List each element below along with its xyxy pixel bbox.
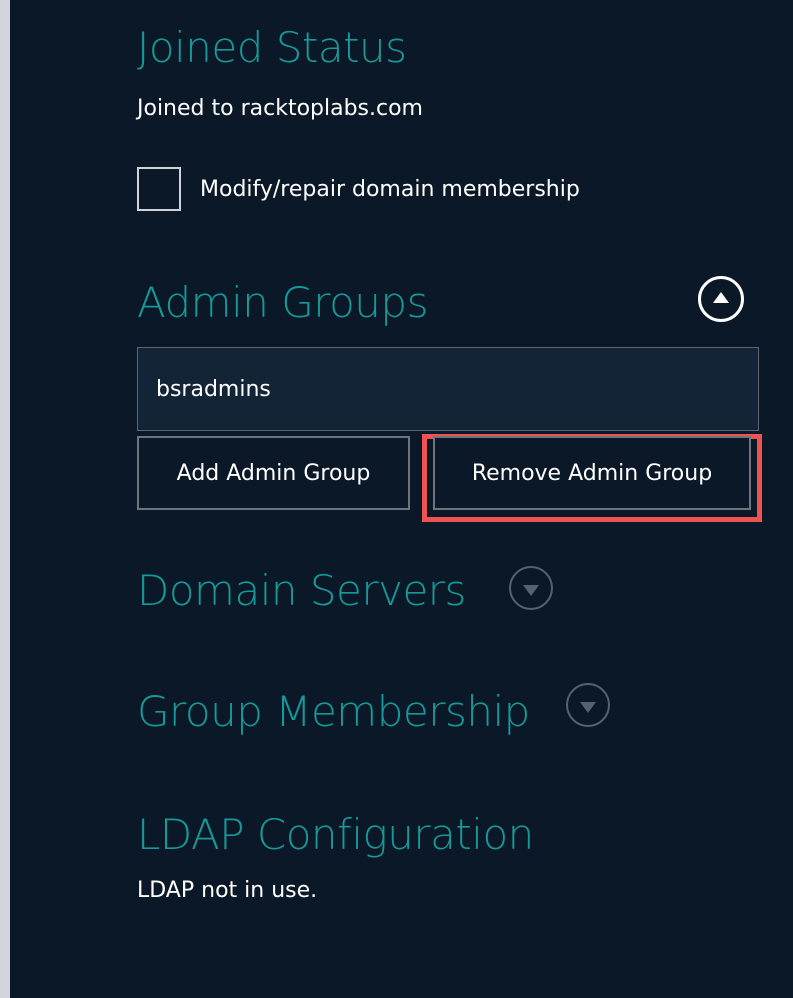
collapse-admin-groups-button[interactable] [698,276,744,322]
ldap-configuration-heading: LDAP Configuration [137,810,534,859]
modify-membership-label[interactable]: Modify/repair domain membership [200,177,580,202]
admin-group-value: bsradmins [156,376,271,402]
modify-membership-row[interactable]: Modify/repair domain membership [137,165,580,213]
add-admin-group-button[interactable]: Add Admin Group [137,436,410,510]
joined-status-text: Joined to racktoplabs.com [137,96,423,121]
domain-settings-panel: Joined Status Joined to racktoplabs.com … [0,0,793,998]
domain-servers-heading: Domain Servers [137,566,466,615]
remove-admin-group-button[interactable]: Remove Admin Group [433,436,751,510]
chevron-down-icon [580,701,596,713]
chevron-down-icon [523,584,539,596]
expand-group-membership-button[interactable] [566,683,610,727]
admin-groups-heading: Admin Groups [137,278,428,327]
left-scroll-edge [0,0,10,998]
group-membership-heading: Group Membership [137,687,530,736]
ldap-status-text: LDAP not in use. [137,878,318,903]
admin-group-input[interactable]: bsradmins [137,347,759,431]
joined-status-heading: Joined Status [137,23,407,72]
modify-membership-checkbox[interactable] [137,167,181,211]
chevron-up-icon [713,292,729,303]
expand-domain-servers-button[interactable] [509,566,553,610]
